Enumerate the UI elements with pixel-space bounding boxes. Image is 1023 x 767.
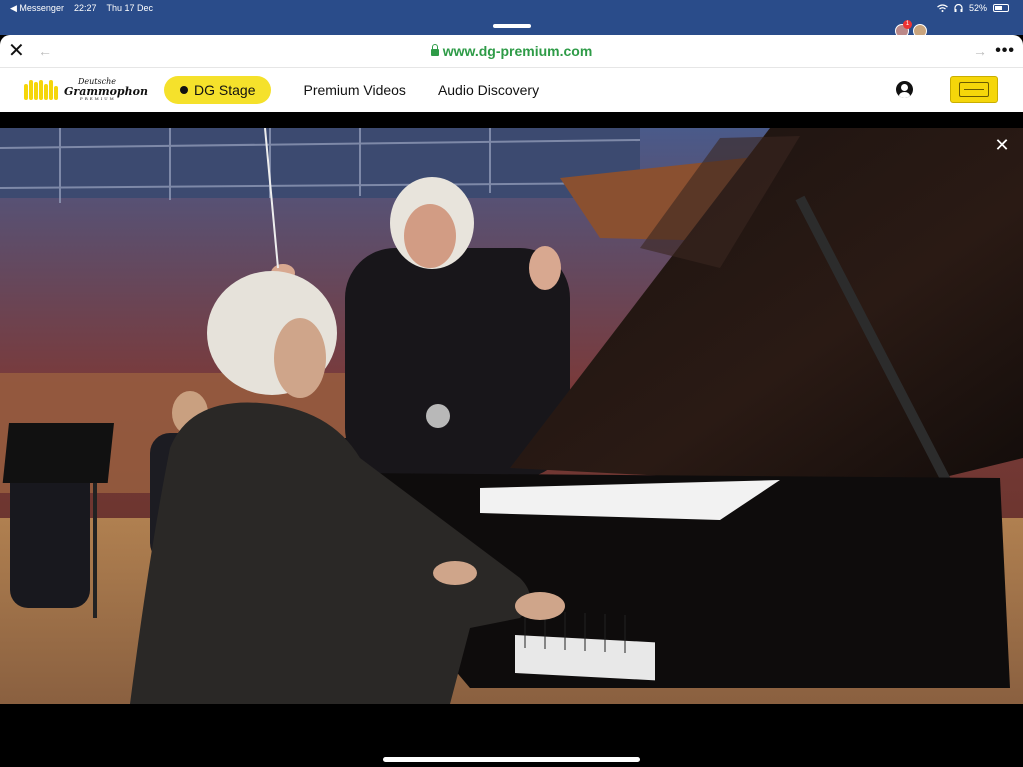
date: Thu 17 Dec bbox=[106, 3, 154, 13]
status-bar: ◀ Messenger 22:27 Thu 17 Dec 1 52% bbox=[0, 0, 1023, 38]
clock: 22:27 bbox=[73, 3, 97, 13]
home-indicator[interactable] bbox=[383, 757, 640, 762]
video-overlay: ✕ bbox=[0, 112, 1023, 767]
address-field[interactable]: www.dg-premium.com bbox=[0, 43, 1023, 59]
account-icon[interactable] bbox=[896, 81, 913, 98]
status-left: ◀ Messenger 22:27 Thu 17 Dec bbox=[10, 3, 153, 14]
battery-icon bbox=[993, 4, 1009, 12]
headphones-icon bbox=[954, 4, 963, 12]
browser-url-bar: ✕ ← www.dg-premium.com → ••• bbox=[0, 35, 1023, 68]
battery-percent: 52% bbox=[968, 3, 987, 13]
wifi-icon bbox=[937, 4, 948, 12]
main-nav: DG Stage Premium Videos Audio Discovery bbox=[164, 76, 539, 104]
site-header: Deutsche Grammophon PREMIUM DG Stage Pre… bbox=[0, 68, 1023, 112]
lock-icon bbox=[430, 44, 439, 56]
more-icon[interactable]: ••• bbox=[995, 42, 1015, 60]
forward-arrow-icon[interactable]: → bbox=[973, 43, 987, 59]
live-dot-icon bbox=[180, 86, 188, 94]
logo-mark-icon bbox=[24, 79, 60, 100]
url-text: www.dg-premium.com bbox=[442, 43, 593, 59]
multitasking-grabber[interactable] bbox=[493, 24, 531, 28]
close-video-icon[interactable]: ✕ bbox=[993, 136, 1011, 154]
logo-wordmark: Deutsche Grammophon PREMIUM bbox=[64, 77, 148, 101]
nav-dg-stage[interactable]: DG Stage bbox=[164, 76, 272, 104]
nav-label: DG Stage bbox=[194, 82, 256, 98]
dg-yellow-label-logo[interactable] bbox=[950, 76, 998, 103]
dg-premium-logo[interactable]: Deutsche Grammophon PREMIUM bbox=[24, 78, 148, 101]
concert-video-frame bbox=[0, 128, 1023, 704]
back-to-app[interactable]: ◀ Messenger bbox=[10, 3, 64, 14]
nav-audio-discovery[interactable]: Audio Discovery bbox=[438, 82, 539, 98]
notification-badge: 1 bbox=[903, 20, 912, 29]
status-right: 52% bbox=[937, 3, 1009, 13]
video-player[interactable]: ✕ bbox=[0, 128, 1023, 704]
nav-premium-videos[interactable]: Premium Videos bbox=[303, 82, 405, 98]
